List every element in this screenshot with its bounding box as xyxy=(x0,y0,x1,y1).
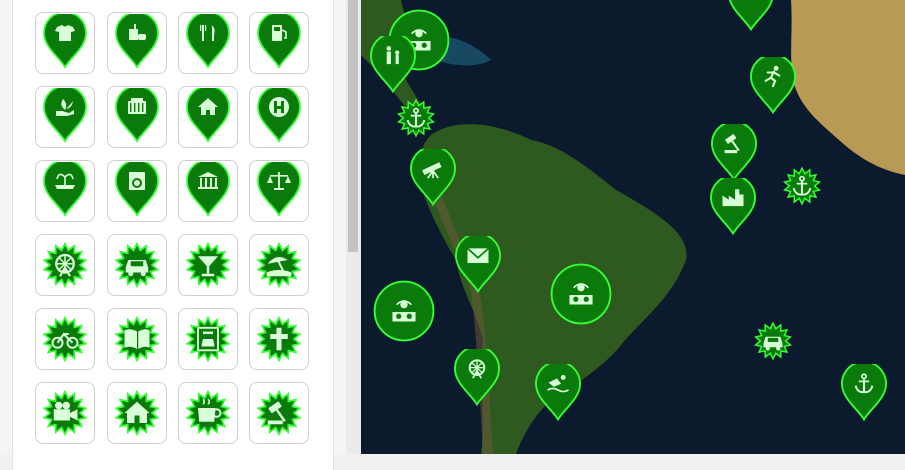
palette-tile-fountain[interactable] xyxy=(35,160,95,222)
map-marker-family[interactable] xyxy=(368,32,418,103)
world-map[interactable] xyxy=(361,0,905,454)
map-marker-anchor[interactable] xyxy=(839,360,889,431)
palette-tile-circus[interactable] xyxy=(107,382,167,444)
palette-tile-beach[interactable] xyxy=(249,234,309,296)
map-marker-car[interactable] xyxy=(753,321,793,366)
palette-tile-cinema[interactable] xyxy=(35,382,95,444)
map-marker-anchor[interactable] xyxy=(396,98,436,143)
map-marker-ferris-wheel[interactable] xyxy=(452,345,502,416)
icon-palette-panel xyxy=(0,0,346,470)
palette-tile-bank[interactable] xyxy=(178,160,238,222)
map-marker-swimming[interactable] xyxy=(533,360,583,431)
palette-tile-car[interactable] xyxy=(107,234,167,296)
palette-tile-home[interactable] xyxy=(178,86,238,148)
palette-tile-laundry[interactable] xyxy=(107,160,167,222)
laundry-icon xyxy=(129,172,145,190)
palette-tile-hospital-h[interactable] xyxy=(249,86,309,148)
palette-tile-fastfood[interactable] xyxy=(107,12,167,74)
palette-tile-restaurant[interactable] xyxy=(178,12,238,74)
map-marker-dj[interactable] xyxy=(549,262,613,331)
map-marker-dj[interactable] xyxy=(372,279,436,348)
palette-tile-car-rental[interactable] xyxy=(178,308,238,370)
map-marker-envelope[interactable] xyxy=(453,232,503,303)
hospital-h-icon xyxy=(269,97,289,117)
map-marker-factory[interactable] xyxy=(708,174,758,245)
scrollbar-thumb[interactable] xyxy=(348,0,358,252)
palette-tile-justice-scale[interactable] xyxy=(249,160,309,222)
palette-tile-fuel[interactable] xyxy=(249,12,309,74)
palette-tile-court-gavel[interactable] xyxy=(249,382,309,444)
palette-tile-coffee[interactable] xyxy=(178,382,238,444)
envelope-icon xyxy=(466,247,490,264)
palette-tile-plant-hand[interactable] xyxy=(35,86,95,148)
palette-tile-book[interactable] xyxy=(107,308,167,370)
palette-tile-ferris-wheel[interactable] xyxy=(35,234,95,296)
palette-tile-radiator[interactable] xyxy=(107,86,167,148)
map-marker-telescope[interactable] xyxy=(408,145,458,216)
map-marker-unknown[interactable] xyxy=(726,0,776,41)
map-marker-anchor[interactable] xyxy=(782,166,822,211)
palette-tile-tshirt[interactable] xyxy=(35,12,95,74)
palette-tile-cemetery-cross[interactable] xyxy=(249,308,309,370)
palette-tile-cocktail[interactable] xyxy=(178,234,238,296)
palette-scrollbar[interactable] xyxy=(346,0,361,454)
palette-tile-bicycle[interactable] xyxy=(35,308,95,370)
map-marker-running[interactable] xyxy=(748,53,798,124)
